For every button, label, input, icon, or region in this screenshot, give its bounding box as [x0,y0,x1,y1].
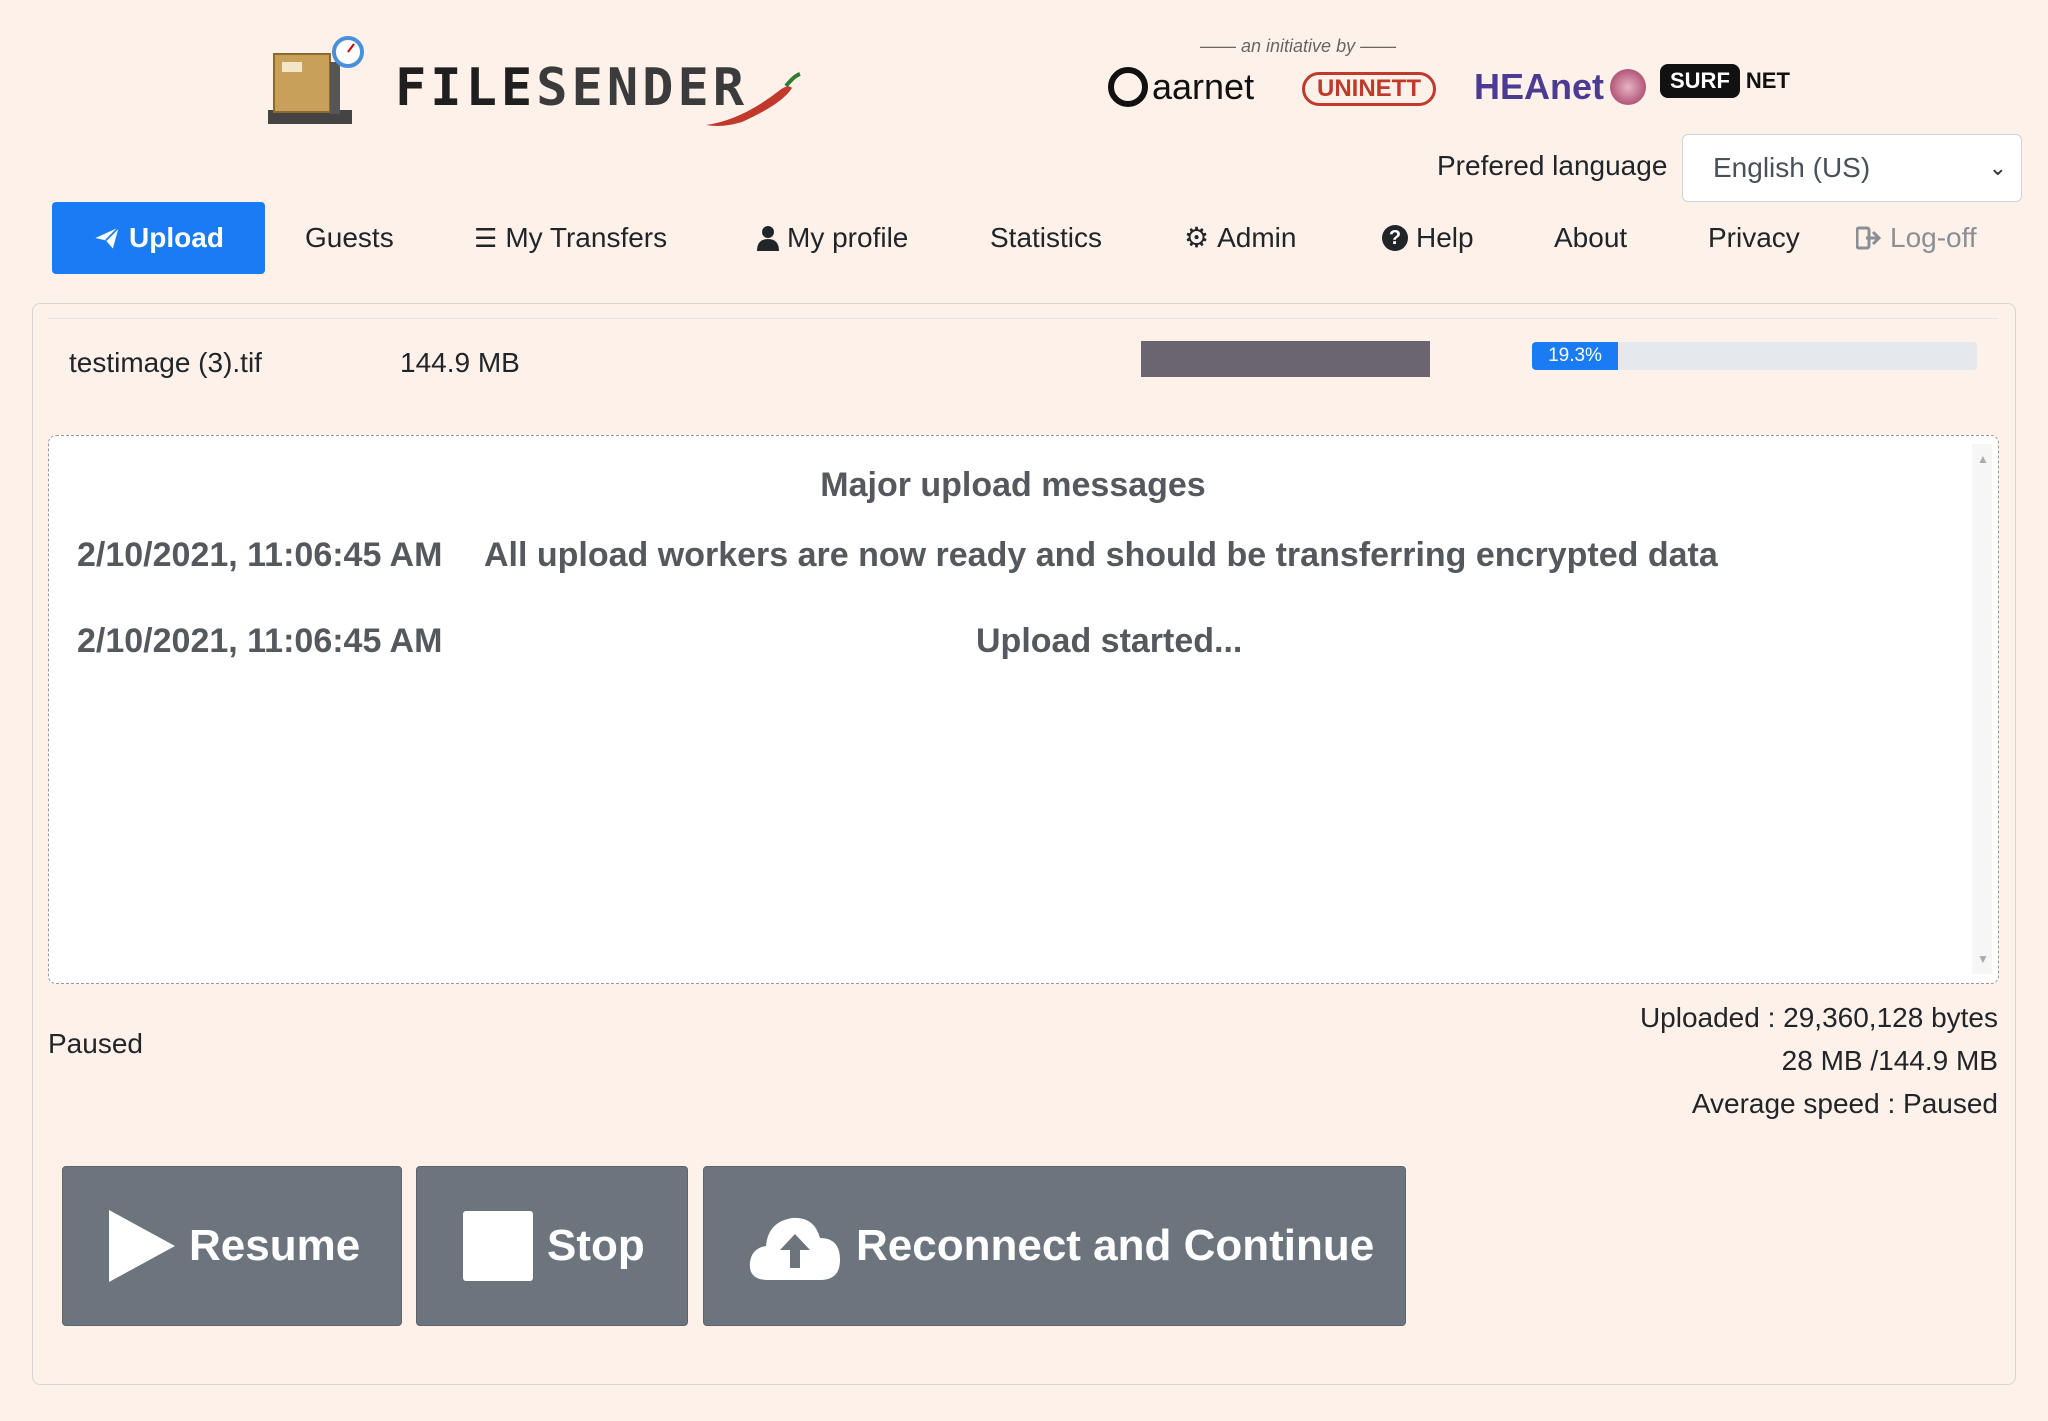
file-name: testimage (3).tif [69,347,262,378]
package-scale-icon [268,36,364,124]
messages-title: Major upload messages [820,466,1206,504]
chevron-down-icon: ⌄ [1988,155,2007,180]
resume-button[interactable]: Resume [62,1166,402,1326]
scroll-down-arrow-icon[interactable]: ▼ [1977,952,1989,966]
nav-guests[interactable]: Guests [305,202,394,274]
play-icon [109,1210,175,1282]
heanet-orb-icon [1610,69,1647,105]
nav-my-transfers[interactable]: ☰ My Transfers [474,202,667,274]
file-size: 144.9 MB [400,347,520,378]
progress-fill: 19.3% [1532,342,1618,370]
scrollbar[interactable] [1972,444,1992,974]
nav-upload[interactable]: Upload [52,202,265,274]
paper-plane-icon [95,226,120,249]
filesender-logo[interactable]: FILESENDER [262,30,802,135]
stop-button[interactable]: Stop [416,1166,688,1326]
nav-privacy[interactable]: Privacy [1708,202,1800,274]
cloud-upload-icon [749,1217,840,1280]
message-text: Upload started... [976,622,1243,660]
uploaded-amount: 28 MB /144.9 MB [1781,1045,1998,1076]
sign-out-icon [1856,226,1882,250]
uploaded-bytes: Uploaded : 29,360,128 bytes [1639,1002,1998,1033]
list-icon: ☰ [474,223,498,253]
encryption-bar [1141,341,1430,377]
scroll-up-arrow-icon[interactable]: ▲ [1977,452,1989,466]
upload-messages-box [48,435,1999,984]
aarnet-swirl-icon [1108,67,1148,107]
gears-icon: ⚙ [1184,222,1210,253]
surfnet-logo[interactable]: SURF NET [1660,64,1790,98]
message-time: 2/10/2021, 11:06:45 AM [77,536,443,574]
language-select[interactable]: English (US) ⌄ [1682,134,2022,202]
chili-pepper-icon [706,72,801,126]
aarnet-logo[interactable]: aarnet [1108,66,1254,108]
reconnect-button[interactable]: Reconnect and Continue [703,1166,1406,1326]
nav-admin[interactable]: ⚙ Admin [1184,202,1296,274]
nav-about[interactable]: About [1554,202,1627,274]
upload-stats: Uploaded : 29,360,128 bytes 28 MB /144.9… [1640,996,1998,1125]
nav-help[interactable]: ? Help [1382,202,1474,274]
user-icon [757,226,779,251]
nav-statistics[interactable]: Statistics [990,202,1102,274]
upload-state: Paused [48,1028,143,1059]
app-name: FILESENDER [395,58,749,118]
nav-my-profile[interactable]: My profile [757,202,908,274]
divider [48,318,1998,319]
initiative-text: —— an initiative by —— [1200,36,1397,56]
average-speed: Average speed : Paused [1691,1088,1998,1119]
heanet-logo[interactable]: HEAnet [1474,66,1647,108]
nav-logoff[interactable]: Log-off [1856,202,1977,274]
message-text: All upload workers are now ready and sho… [484,536,1718,574]
uninett-logo[interactable]: UNINETT [1302,72,1436,106]
stop-square-icon [463,1211,533,1281]
language-label: Prefered language [1437,150,1668,181]
question-circle-icon: ? [1382,225,1408,251]
message-time: 2/10/2021, 11:06:45 AM [77,622,443,660]
